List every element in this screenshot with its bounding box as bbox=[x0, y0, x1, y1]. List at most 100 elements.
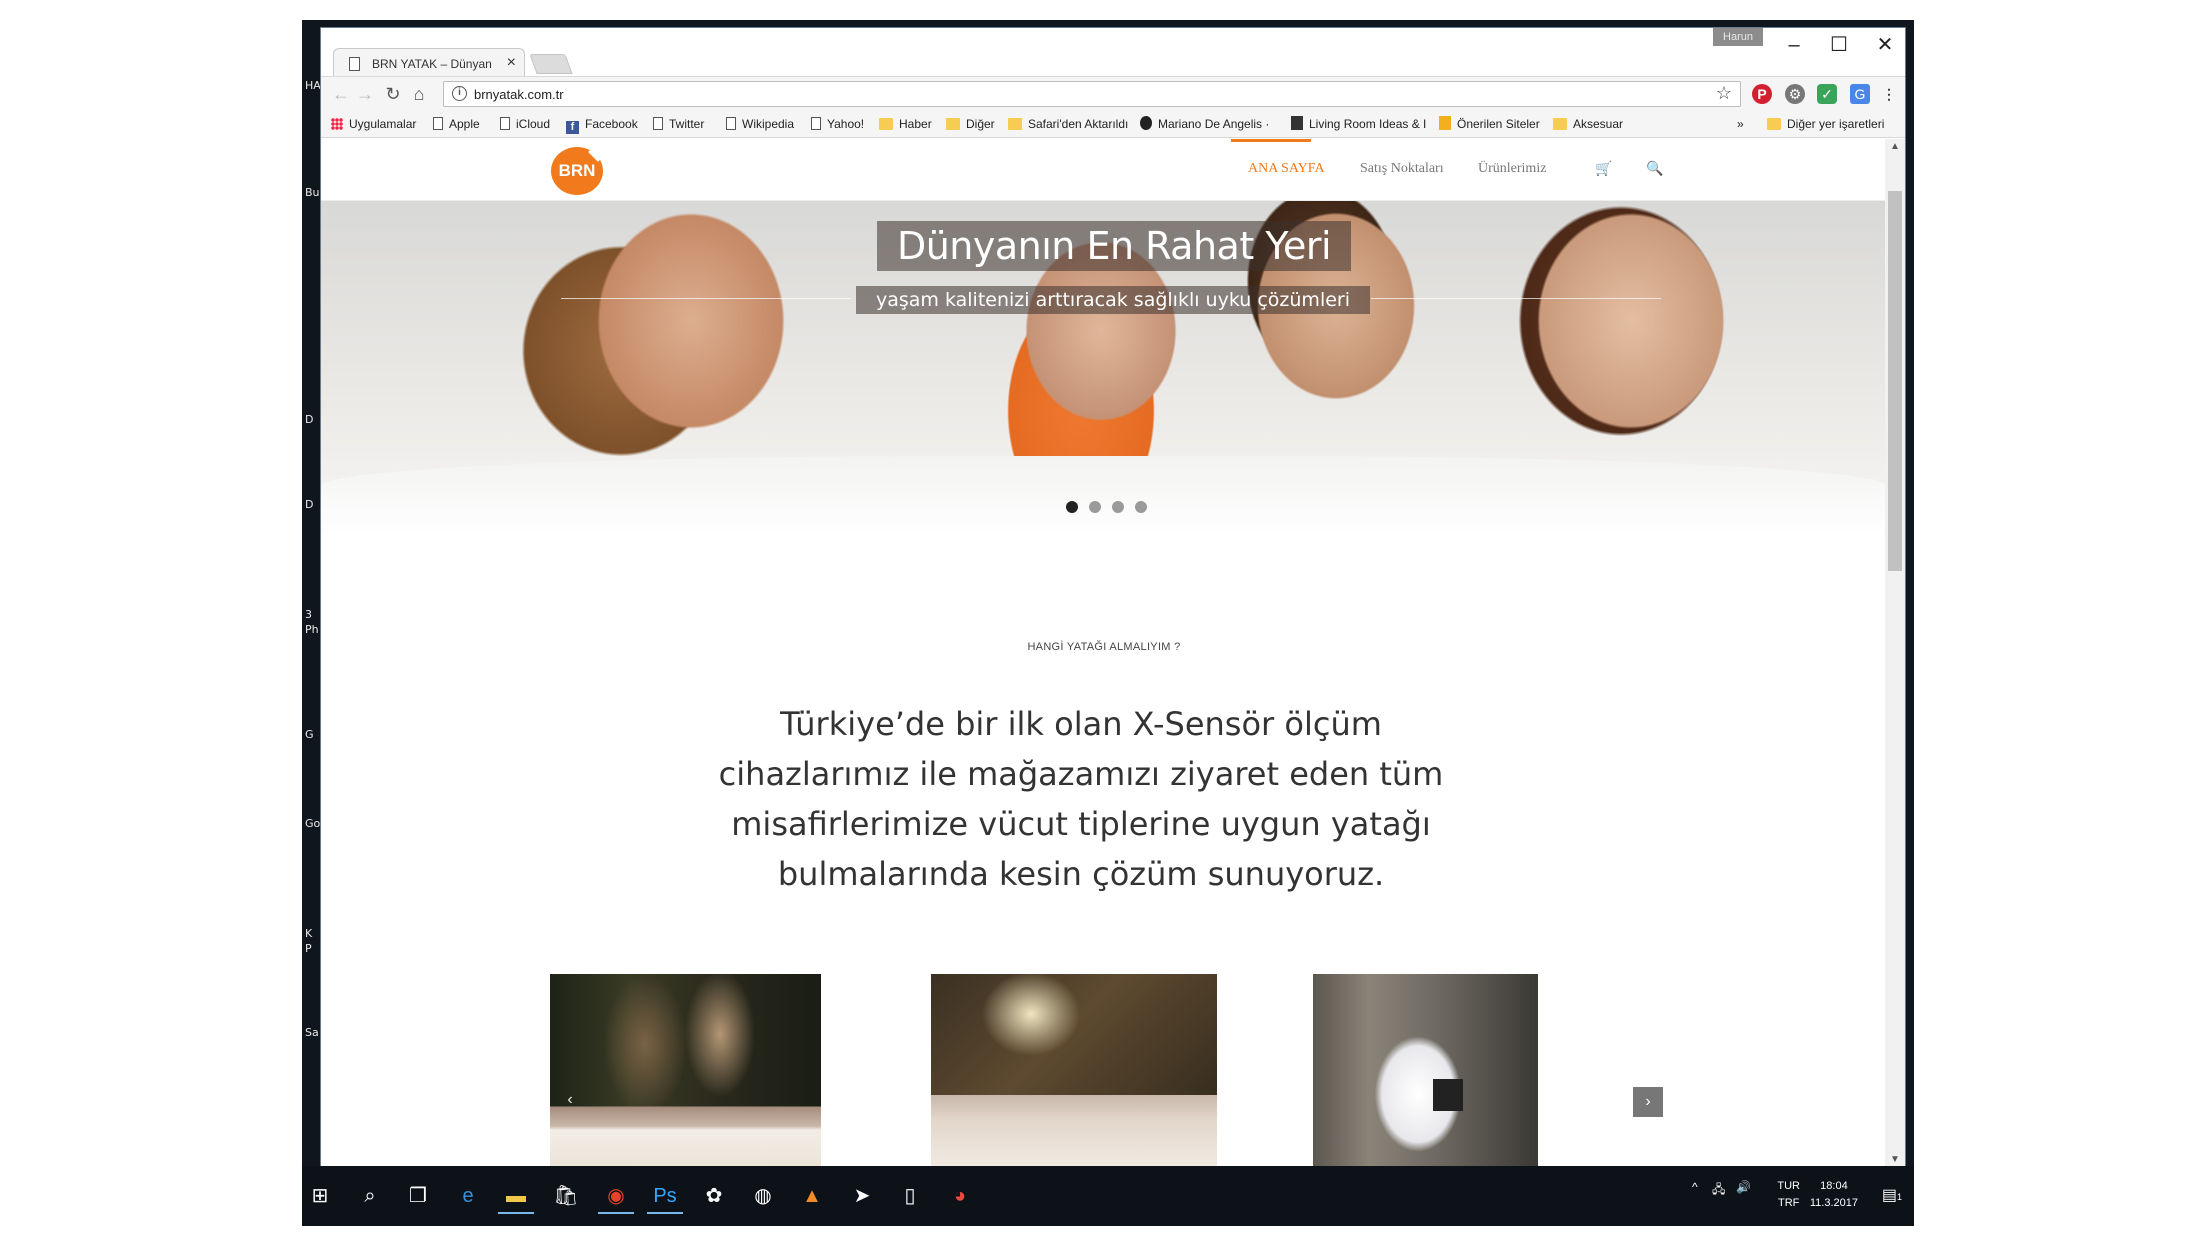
desktop-label[interactable]: Go bbox=[305, 817, 320, 830]
slider-dot[interactable] bbox=[1135, 501, 1147, 513]
home-button[interactable]: ⌂ bbox=[407, 82, 431, 106]
close-tab-icon[interactable]: × bbox=[507, 54, 516, 72]
vlc-icon[interactable]: ▲ bbox=[794, 1178, 830, 1214]
taskbar: ⊞ ⌕ ❐ e ▬ 🛍 ◉ Ps ✿ ◍ ▲ ➤ ▯ ◕ ^ 🖧 🔊 TUR T… bbox=[302, 1166, 1914, 1226]
edge-icon[interactable]: e bbox=[450, 1178, 486, 1214]
pinterest-icon[interactable]: P bbox=[1752, 84, 1772, 104]
chevron-up-icon[interactable]: ^ bbox=[1692, 1180, 1698, 1194]
search-icon[interactable]: ⌕ bbox=[352, 1178, 388, 1214]
hero-image-sheet bbox=[321, 456, 1887, 536]
search-icon[interactable]: 🔍 bbox=[1646, 161, 1663, 178]
bookmark-item[interactable]: Önerilen Siteler bbox=[1439, 115, 1540, 133]
scrollbar[interactable]: ▲ ▼ bbox=[1885, 139, 1905, 1166]
language-indicator[interactable]: TUR TRF bbox=[1777, 1178, 1800, 1212]
hero-subtitle: yaşam kalitenizi arttıracak sağlıklı uyk… bbox=[856, 286, 1370, 314]
desktop-label[interactable]: D bbox=[305, 413, 313, 426]
document-icon[interactable]: ▯ bbox=[892, 1178, 928, 1214]
site-logo[interactable]: BRN bbox=[551, 147, 603, 195]
profile-button[interactable]: Harun bbox=[1713, 28, 1763, 46]
scroll-up-icon[interactable]: ▲ bbox=[1885, 139, 1905, 155]
product-image[interactable] bbox=[550, 974, 821, 1166]
page-icon bbox=[349, 57, 360, 71]
app-icon[interactable]: ◕ bbox=[942, 1178, 978, 1214]
hero-divider bbox=[1371, 298, 1661, 299]
address-bar[interactable]: i brnyatak.com.tr ☆ bbox=[443, 81, 1741, 107]
slider-dot[interactable] bbox=[1089, 501, 1101, 513]
new-tab-button[interactable] bbox=[529, 54, 573, 74]
nav-stores[interactable]: Satış Noktaları bbox=[1360, 161, 1444, 177]
nav-home[interactable]: ANA SAYFA bbox=[1248, 161, 1325, 177]
bookmark-item[interactable]: Safari'den Aktarıldı bbox=[1008, 115, 1128, 133]
scroll-thumb[interactable] bbox=[1888, 191, 1902, 571]
bookmark-item[interactable]: Mariano De Angelis · bbox=[1140, 115, 1269, 133]
folder-icon bbox=[879, 118, 893, 130]
bookmark-star-icon[interactable]: ☆ bbox=[1716, 83, 1732, 104]
browser-tab[interactable]: BRN YATAK – Dünyanın E × bbox=[333, 48, 525, 78]
slider-dot[interactable] bbox=[1112, 501, 1124, 513]
store-icon[interactable]: 🛍 bbox=[548, 1178, 584, 1214]
app-icon[interactable]: ◍ bbox=[745, 1178, 781, 1214]
carousel-next-button[interactable]: › bbox=[1633, 1087, 1663, 1117]
desktop-label[interactable]: K bbox=[305, 927, 312, 940]
browser-window: BRN YATAK – Dünyanın E × Harun – ☐ ✕ ← →… bbox=[320, 27, 1906, 1167]
product-image[interactable] bbox=[931, 974, 1217, 1166]
close-window-button[interactable]: ✕ bbox=[1870, 30, 1900, 60]
bookmark-item[interactable]: Aksesuar bbox=[1553, 115, 1623, 133]
bookmark-item[interactable]: Living Room Ideas & I bbox=[1291, 115, 1426, 133]
bookmark-item[interactable]: iCloud bbox=[500, 115, 550, 133]
desktop-label[interactable]: G bbox=[305, 728, 314, 741]
site-icon bbox=[1140, 116, 1152, 130]
bookmark-item[interactable]: Diğer bbox=[946, 115, 995, 133]
bookmark-item[interactable]: Twitter bbox=[653, 115, 704, 133]
desktop-label[interactable]: P bbox=[305, 942, 312, 955]
url-text[interactable]: brnyatak.com.tr bbox=[474, 87, 564, 102]
bookmarks-overflow-button[interactable]: » bbox=[1737, 115, 1744, 133]
bookmark-item[interactable]: Wikipedia bbox=[726, 115, 794, 133]
desktop-label[interactable]: D bbox=[305, 498, 313, 511]
bookmark-item[interactable]: Uygulamalar bbox=[331, 115, 416, 133]
carousel-prev-button[interactable]: ‹ bbox=[555, 1085, 585, 1115]
shield-icon[interactable]: ✓ bbox=[1817, 84, 1837, 104]
slider-dot[interactable] bbox=[1066, 501, 1078, 513]
other-bookmarks[interactable]: Diğer yer işaretleri bbox=[1767, 115, 1884, 133]
desktop-label[interactable]: 3 bbox=[305, 608, 312, 621]
product-image[interactable] bbox=[1313, 974, 1538, 1166]
bookmark-item[interactable]: Haber bbox=[879, 115, 932, 133]
chrome-icon[interactable]: ◉ bbox=[598, 1178, 634, 1214]
desktop-label[interactable]: Ph bbox=[305, 623, 319, 636]
info-icon[interactable]: i bbox=[452, 86, 467, 101]
task-view-icon[interactable]: ❐ bbox=[400, 1178, 436, 1214]
bookmark-item[interactable]: Yahoo! bbox=[811, 115, 864, 133]
start-icon[interactable]: ⊞ bbox=[302, 1178, 338, 1214]
hero-slider[interactable]: Dünyanın En Rahat Yeri yaşam kalitenizi … bbox=[321, 201, 1887, 536]
desktop-label[interactable]: HA bbox=[305, 79, 321, 92]
scroll-down-icon[interactable]: ▼ bbox=[1885, 1152, 1905, 1166]
file-explorer-icon[interactable]: ▬ bbox=[498, 1178, 534, 1214]
cart-icon[interactable]: 🛒 bbox=[1595, 161, 1612, 178]
reload-button[interactable]: ↻ bbox=[381, 82, 405, 106]
network-icon[interactable]: 🖧 bbox=[1712, 1180, 1725, 1201]
page-icon bbox=[653, 117, 663, 130]
desktop-label[interactable]: Sa bbox=[305, 1026, 319, 1039]
photoshop-icon[interactable]: Ps bbox=[647, 1178, 683, 1214]
title-bar: BRN YATAK – Dünyanın E × Harun – ☐ ✕ bbox=[321, 28, 1905, 78]
bookmark-item[interactable]: Apple bbox=[433, 115, 480, 133]
desktop-label[interactable]: Bu bbox=[305, 186, 320, 199]
translate-icon[interactable]: G bbox=[1850, 84, 1870, 104]
notification-icon[interactable]: ▤1 bbox=[1874, 1178, 1910, 1214]
clock[interactable]: 18:04 11.3.2017 bbox=[1810, 1178, 1858, 1212]
apps-icon bbox=[331, 118, 343, 130]
menu-icon[interactable]: ⋮ bbox=[1879, 84, 1899, 104]
maximize-button[interactable]: ☐ bbox=[1824, 30, 1854, 60]
forward-button[interactable]: → bbox=[353, 82, 377, 106]
bookmark-item[interactable]: f Facebook bbox=[566, 115, 638, 134]
volume-icon[interactable]: 🔊 bbox=[1736, 1180, 1751, 1194]
extension-icon[interactable]: ⚙ bbox=[1785, 84, 1805, 104]
app-icon[interactable]: ➤ bbox=[844, 1178, 880, 1214]
back-button[interactable]: ← bbox=[329, 82, 353, 106]
folder-icon bbox=[1008, 118, 1022, 130]
minimize-button[interactable]: – bbox=[1779, 30, 1809, 60]
nav-products[interactable]: Ürünlerimiz bbox=[1478, 161, 1546, 177]
app-icon[interactable]: ✿ bbox=[696, 1178, 732, 1214]
page-icon bbox=[726, 117, 736, 130]
